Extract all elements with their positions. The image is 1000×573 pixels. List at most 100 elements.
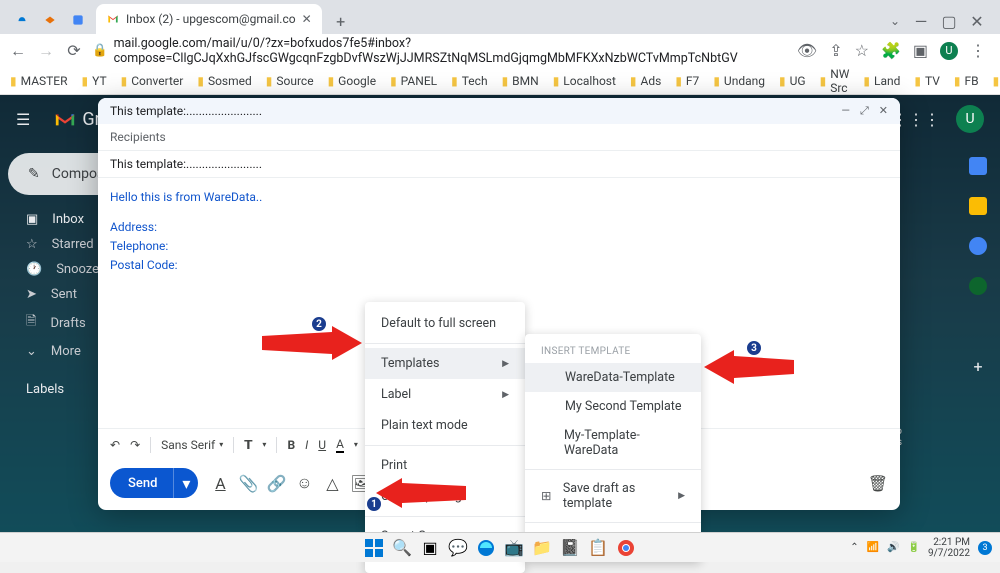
reload-button[interactable]: ⟳	[64, 41, 84, 60]
active-tab[interactable]: Inbox (2) - upgescom@gmail.co ✕	[96, 4, 322, 34]
save-draft-template[interactable]: ⊞Save draft as template▶	[525, 474, 701, 518]
format-icon[interactable]: A	[212, 474, 228, 493]
contacts-icon[interactable]	[969, 277, 987, 295]
folder-icon: ▮	[197, 74, 204, 88]
discard-draft-icon[interactable]: 🗑	[868, 474, 888, 493]
window-minimize[interactable]: —	[914, 14, 928, 28]
task-view-icon[interactable]: ▣	[419, 537, 441, 559]
bookmark-item[interactable]: ▮Ads	[630, 74, 661, 88]
bold-icon[interactable]: B	[287, 438, 295, 452]
eye-icon[interactable]: 👁	[797, 41, 817, 60]
extensions-icon[interactable]: 🧩	[881, 41, 901, 60]
font-select[interactable]: Sans Serif▾	[161, 438, 223, 452]
bookmark-item[interactable]: ▮TV	[914, 74, 940, 88]
tasks-icon[interactable]	[969, 237, 987, 255]
window-close[interactable]: ✕	[970, 14, 984, 28]
wifi-icon[interactable]: 📶	[867, 542, 879, 553]
chat-icon[interactable]: 💬	[447, 537, 469, 559]
app-icon-2[interactable]: 📋	[587, 537, 609, 559]
menu-plain-text[interactable]: Plain text mode	[365, 410, 525, 441]
calendar-icon[interactable]	[969, 157, 987, 175]
bookmark-item[interactable]: ▮YT	[82, 74, 107, 88]
template-waredata[interactable]: WareData-Template	[525, 363, 701, 392]
menu-default-fullscreen[interactable]: Default to full screen	[365, 308, 525, 339]
explorer-icon[interactable]: 📁	[531, 537, 553, 559]
subject-field[interactable]: This template:........................	[98, 151, 900, 178]
side-panel-icon[interactable]: ▣	[913, 41, 928, 60]
bookmark-item[interactable]: ▮Tech	[451, 74, 487, 88]
bookmark-item[interactable]: ▮Localhost	[553, 74, 616, 88]
menu-check-spelling[interactable]: Check spelling	[365, 481, 525, 512]
address-bar[interactable]: 🔒 mail.google.com/mail/u/0/?zx=bofxudos7…	[92, 36, 789, 66]
redo-icon[interactable]: ↷	[130, 438, 140, 452]
pinned-tab-3[interactable]	[66, 6, 90, 34]
pinned-tab-2[interactable]	[38, 6, 62, 34]
bookmark-item[interactable]: ▮PANEL	[390, 74, 437, 88]
chrome-menu-icon[interactable]: ⋮	[970, 41, 986, 60]
volume-icon[interactable]: 🔊	[887, 542, 899, 553]
app-icon[interactable]: 📺	[503, 537, 525, 559]
emoji-icon[interactable]: ☺	[296, 473, 312, 493]
search-taskbar-icon[interactable]: 🔍	[391, 537, 413, 559]
url-text: mail.google.com/mail/u/0/?zx=bofxudos7fe…	[114, 36, 789, 66]
undo-icon[interactable]: ↶	[110, 438, 120, 452]
forward-button[interactable]: →	[36, 41, 56, 61]
folder-icon: ▮	[10, 74, 17, 88]
template-second[interactable]: My Second Template	[525, 392, 701, 421]
menu-label[interactable]: Label▶	[365, 379, 525, 410]
bookmark-item[interactable]: ▮NW Src	[820, 67, 850, 95]
new-tab-button[interactable]: +	[328, 8, 354, 34]
keep-icon[interactable]	[969, 197, 987, 215]
profile-avatar[interactable]: U	[940, 42, 958, 60]
bookmark-item[interactable]: ▮UG	[779, 74, 806, 88]
folder-icon: ▮	[954, 74, 961, 88]
minimize-icon[interactable]: —	[841, 104, 850, 118]
bookmark-item[interactable]: ▮BMN	[502, 74, 539, 88]
tab-close-icon[interactable]: ✕	[302, 12, 312, 26]
notepad-icon[interactable]: 📓	[559, 537, 581, 559]
italic-icon[interactable]: I	[305, 438, 308, 452]
menu-print[interactable]: Print	[365, 450, 525, 481]
compose-titlebar[interactable]: This template:........................ —…	[98, 98, 900, 124]
close-icon[interactable]: ✕	[879, 104, 888, 118]
main-menu-icon[interactable]: ☰	[16, 110, 30, 129]
font-size-icon[interactable]: 𝗧	[244, 438, 252, 452]
tray-chevron-icon[interactable]: ⌃	[850, 542, 858, 553]
bookmark-item[interactable]: ▮Undang	[713, 74, 765, 88]
bookmark-item[interactable]: ▮Converter	[121, 74, 184, 88]
star-icon[interactable]: ☆	[855, 41, 869, 60]
attach-icon[interactable]: 📎	[240, 474, 256, 493]
send-options-icon[interactable]: ▾	[173, 468, 198, 498]
windows-taskbar: 🔍 ▣ 💬 📺 📁 📓 📋 ⌃ 📶 🔊 🔋 2:21 PM 9/7/2022 3	[0, 532, 1000, 562]
send-button[interactable]: Send ▾	[110, 468, 198, 498]
template-mywaredata[interactable]: My-Template-WareData	[525, 421, 701, 465]
bookmark-item[interactable]: ▮MASTER	[10, 74, 68, 88]
bookmark-item[interactable]: ▮Source	[266, 74, 314, 88]
bookmark-item[interactable]: ▮FB	[954, 74, 979, 88]
window-maximize[interactable]: ▢	[942, 14, 956, 28]
chevron-down-icon[interactable]: ⌄	[890, 14, 900, 28]
bookmark-item[interactable]: ▮Google	[328, 74, 377, 88]
add-panel-icon[interactable]: +	[973, 357, 982, 376]
start-button[interactable]	[363, 537, 385, 559]
account-avatar[interactable]: U	[956, 105, 984, 133]
underline-icon[interactable]: U	[318, 438, 326, 452]
bookmark-item[interactable]: ▮Sosmed	[197, 74, 251, 88]
pinned-tab-1[interactable]	[10, 6, 34, 34]
bookmark-item[interactable]: ▮Gov	[993, 74, 1000, 88]
notification-badge[interactable]: 3	[978, 541, 992, 555]
battery-icon[interactable]: 🔋	[908, 542, 920, 553]
share-icon[interactable]: ⇪	[829, 41, 842, 60]
clock[interactable]: 2:21 PM 9/7/2022	[928, 537, 970, 559]
bookmark-item[interactable]: ▮F7	[675, 74, 699, 88]
link-icon[interactable]: 🔗	[268, 474, 284, 493]
drive-icon[interactable]: △	[324, 474, 340, 493]
edge-icon[interactable]	[475, 537, 497, 559]
chrome-icon[interactable]	[615, 537, 637, 559]
menu-templates[interactable]: Templates▶	[365, 348, 525, 379]
popout-icon[interactable]: ⤢	[860, 104, 869, 118]
bookmark-item[interactable]: ▮Land	[863, 74, 900, 88]
recipients-field[interactable]: Recipients	[98, 124, 900, 151]
back-button[interactable]: ←	[8, 41, 28, 61]
text-color-icon[interactable]: A	[336, 437, 344, 453]
